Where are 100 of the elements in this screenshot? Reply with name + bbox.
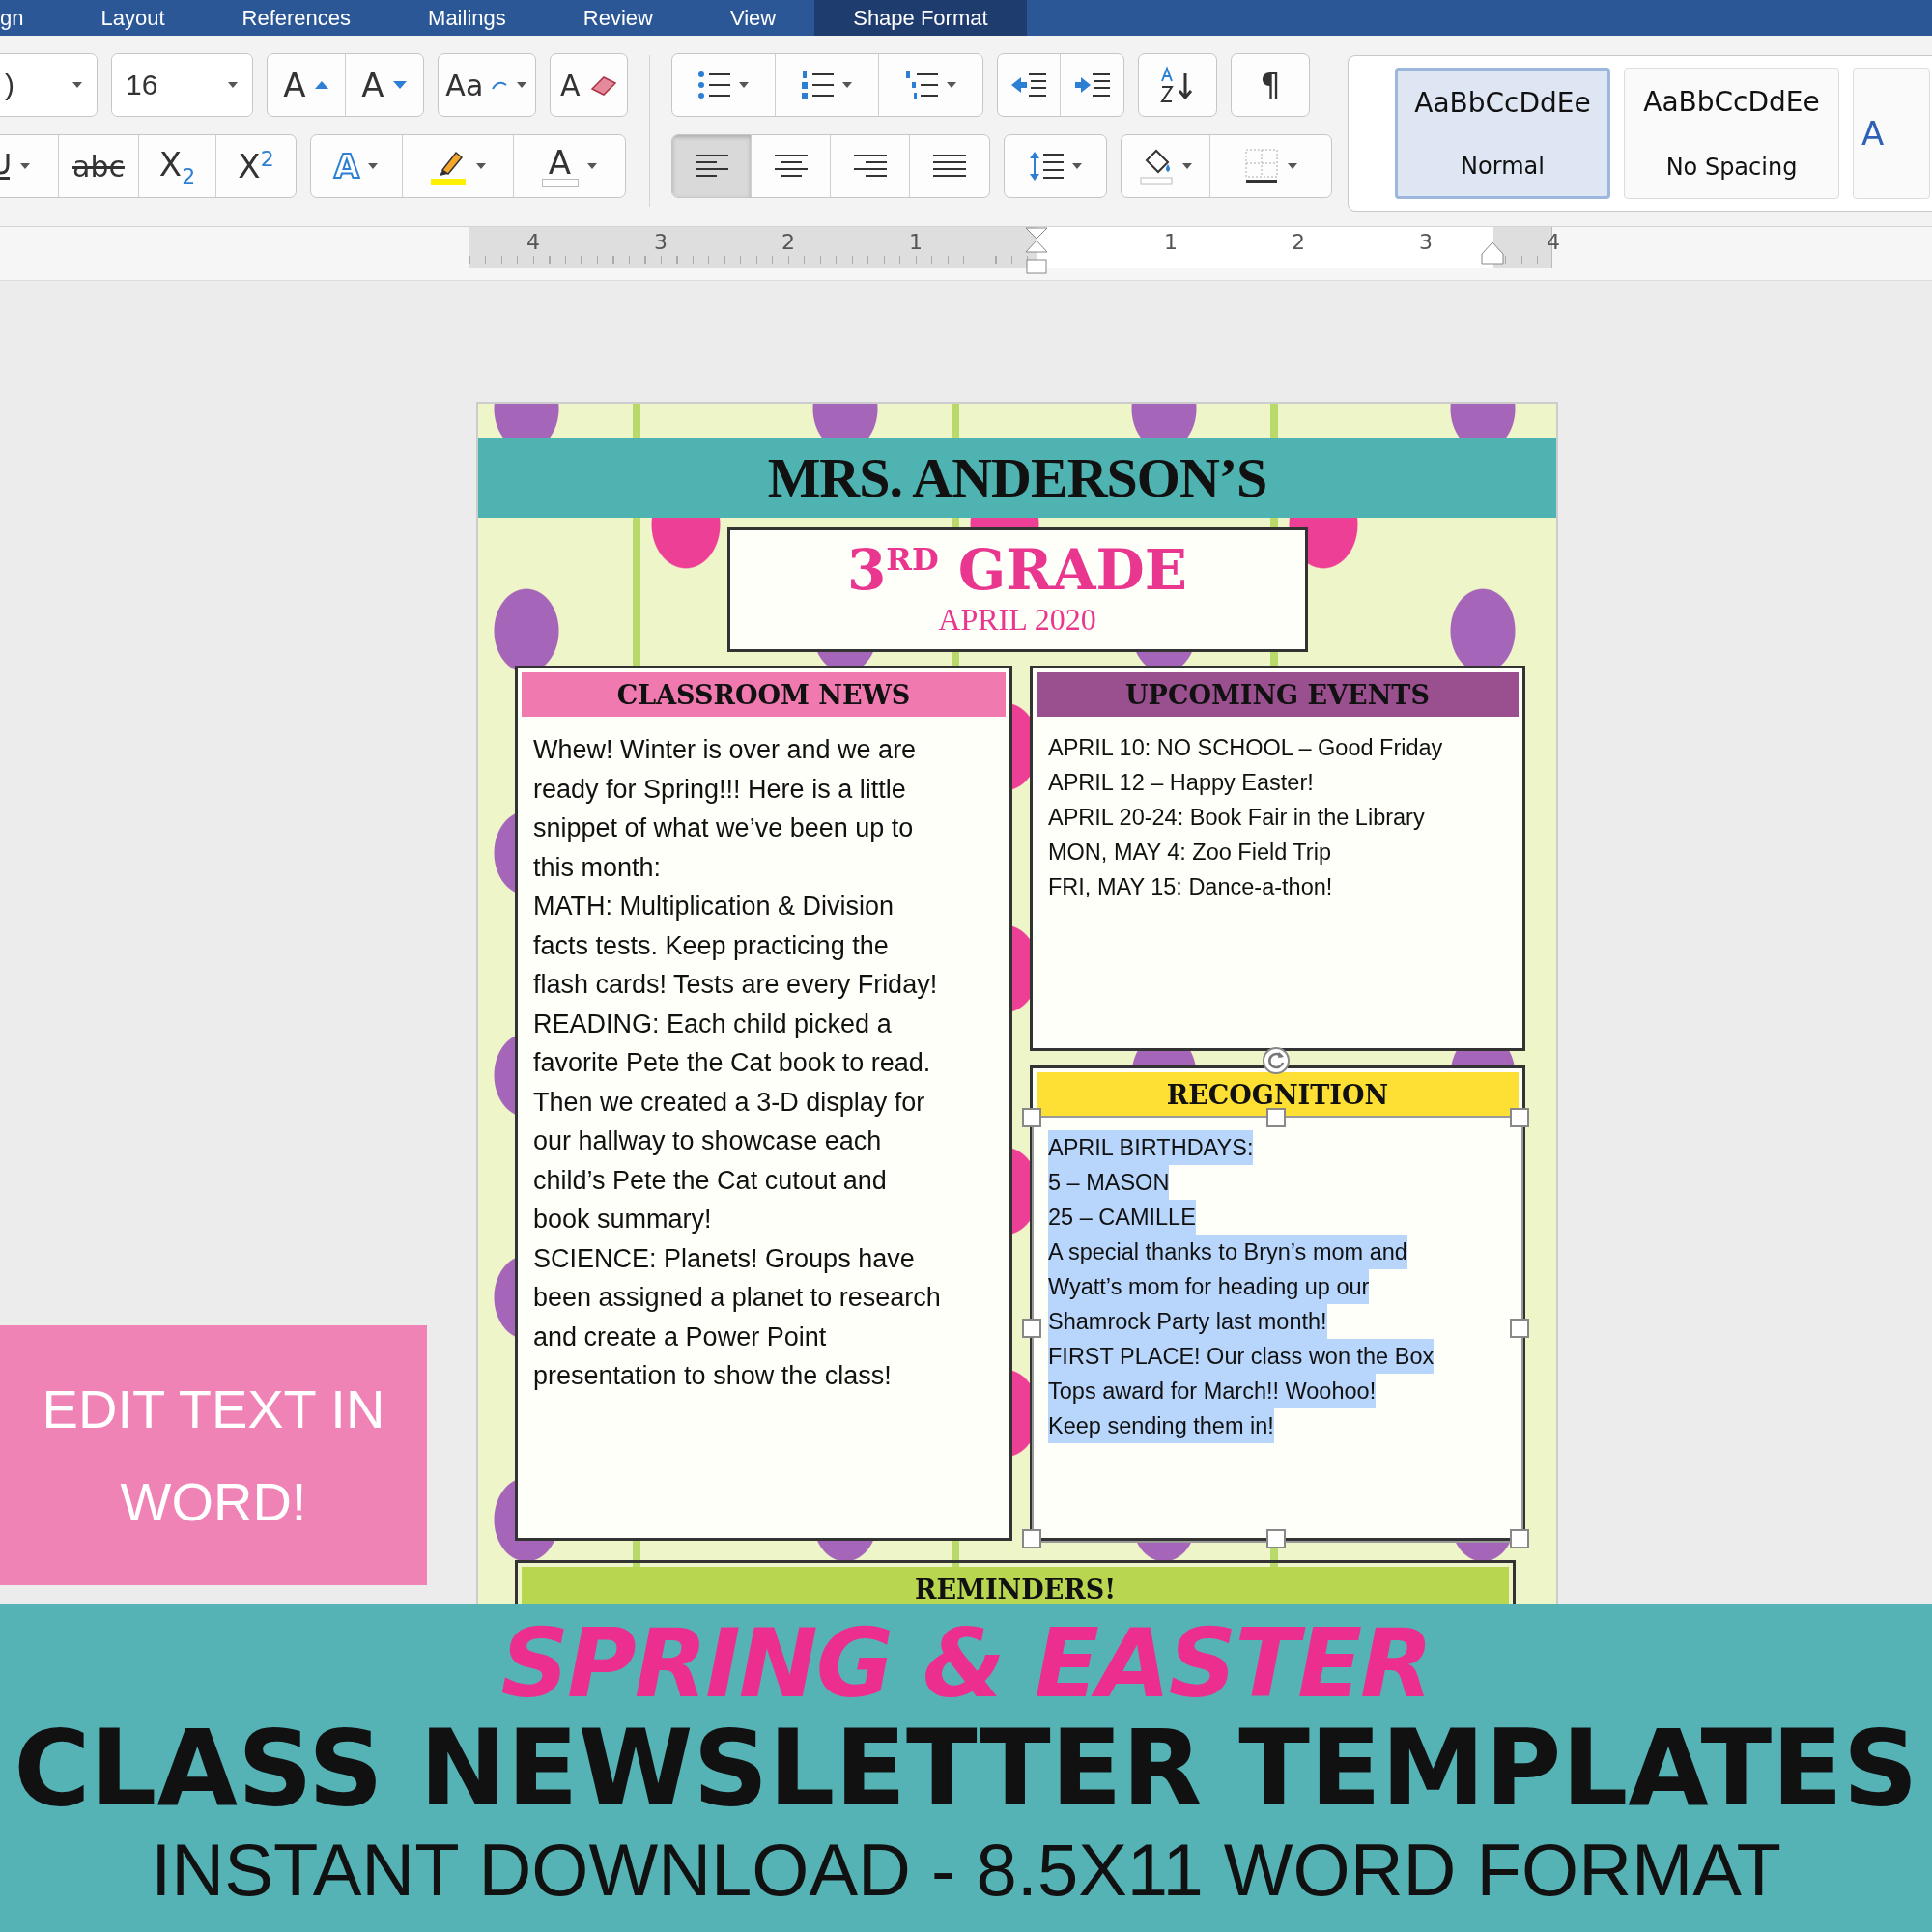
text-line: SCIENCE: Planets! Groups have (533, 1242, 915, 1275)
justify-icon (933, 154, 966, 179)
triangle-up-icon (313, 80, 329, 90)
text-line: APRIL 12 – Happy Easter! (1048, 769, 1314, 797)
promo-title: CLASS NEWSLETTER TEMPLATES (14, 1716, 1918, 1822)
text-line: Then we created a 3-D display for (533, 1086, 925, 1119)
style-preview: AaBbCcDdEe (1643, 86, 1820, 119)
change-case-button[interactable]: Aa (439, 54, 535, 116)
caret-icon (1070, 162, 1083, 170)
align-left-button[interactable] (672, 135, 752, 197)
font-color-button[interactable]: A (514, 135, 625, 197)
ruler-number: 2 (781, 229, 796, 256)
line-spacing-icon (1028, 150, 1064, 183)
text-line: child’s Pete the Cat cutout and (533, 1164, 887, 1197)
resize-handle[interactable] (1022, 1319, 1041, 1338)
text-line: this month: (533, 851, 662, 884)
text-line: presentation to show the class! (533, 1360, 892, 1392)
text-effects-button[interactable]: A (311, 135, 403, 197)
text-line: Whew! Winter is over and we are (533, 734, 917, 766)
caret-icon (585, 162, 598, 170)
resize-handle[interactable] (1510, 1319, 1529, 1338)
multilevel-list-icon (904, 70, 938, 100)
text-line: our hallway to showcase each (533, 1125, 882, 1157)
ribbon-tab[interactable]: References (203, 0, 390, 36)
caret-icon (227, 81, 240, 89)
ruler-number: 3 (1418, 229, 1434, 256)
section-header: RECOGNITION (1037, 1072, 1519, 1117)
style-name: Normal (1461, 152, 1545, 180)
decrease-indent-icon (1009, 71, 1048, 99)
color-bar (541, 178, 579, 187)
resize-handle[interactable] (1265, 1529, 1286, 1548)
grow-font-button[interactable]: A (268, 54, 346, 116)
resize-handle[interactable] (1265, 1108, 1286, 1127)
ruler-number: 1 (908, 229, 923, 256)
ruler-number: 2 (1291, 229, 1306, 256)
resize-handle[interactable] (1022, 1529, 1041, 1548)
ruler-number: 3 (653, 229, 668, 256)
caret-icon (71, 81, 84, 89)
text-line: snippet of what we’ve been up to (533, 812, 914, 844)
ruler-number: 4 (1546, 229, 1561, 256)
caret-icon (738, 81, 750, 89)
resize-handle[interactable] (1510, 1529, 1529, 1548)
ruler-number: 4 (526, 229, 541, 256)
show-formatting-button[interactable]: ¶ (1232, 54, 1309, 116)
text-line: READING: Each child picked a (533, 1008, 892, 1040)
text-line: MON, MAY 4: Zoo Field Trip (1048, 838, 1331, 867)
style-preview: A (1861, 114, 1885, 153)
ribbon-tab[interactable]: gn (0, 0, 63, 36)
strikethrough-button[interactable]: abc (59, 135, 139, 197)
text-line: APRIL 10: NO SCHOOL – Good Friday (1048, 734, 1443, 762)
ribbon-tab[interactable]: Mailings (389, 0, 545, 36)
text-line: APRIL 20-24: Book Fair in the Library (1048, 804, 1425, 832)
caret-icon (1180, 162, 1193, 170)
newsletter-title: MRS. ANDERSON’S (767, 445, 1267, 510)
bulleted-list-icon (697, 70, 730, 100)
section-header: UPCOMING EVENTS (1037, 672, 1519, 717)
resize-handle[interactable] (1022, 1108, 1041, 1127)
section-header: CLASSROOM NEWS (522, 672, 1006, 717)
caret-icon (841, 81, 853, 89)
text-line: FRI, MAY 15: Dance-a-thon! (1048, 873, 1333, 901)
numbered-list-icon (801, 70, 834, 100)
caret-icon (367, 162, 380, 170)
align-center-icon (774, 154, 808, 179)
style-option[interactable]: A (1853, 68, 1930, 199)
ribbon-tab[interactable]: View (691, 0, 815, 36)
resize-handle[interactable] (1510, 1108, 1529, 1127)
text-line: favorite Pete the Cat book to read. (533, 1047, 931, 1079)
style-option[interactable]: AaBbCcDdEe Normal (1395, 68, 1610, 199)
align-right-icon (853, 154, 887, 179)
font-size-field[interactable]: 16 (112, 54, 253, 116)
caret-icon (1286, 162, 1298, 170)
ribbon-tab[interactable]: Review (544, 0, 692, 36)
align-left-icon (695, 154, 728, 179)
date-text: APRIL 2020 (938, 602, 1096, 638)
clear-formatting-button[interactable]: A (550, 54, 627, 116)
ribbon-tab[interactable]: Layout (62, 0, 204, 36)
caret-icon (516, 81, 528, 89)
text-line: book summary! (533, 1204, 712, 1236)
promo-badge: EDIT TEXT IN WORD! (0, 1325, 427, 1585)
text-line: been assigned a planet to research (533, 1282, 941, 1314)
indent-marker-icon[interactable] (1480, 241, 1505, 266)
section-header: REMINDERS! (522, 1567, 1509, 1604)
caret-icon (475, 162, 487, 170)
grade-heading: 3$^{RD}$ GRADE (846, 542, 1188, 598)
subscript-button[interactable]: X$_{2}$ (139, 135, 216, 197)
text-line: facts tests. Keep practicing the (533, 929, 889, 962)
promo-tagline: INSTANT DOWNLOAD - 8.5X11 WORD FORMAT (151, 1828, 1781, 1913)
indent-marker-icon[interactable] (1024, 227, 1049, 275)
style-preview: AaBbCcDdEe (1414, 87, 1591, 120)
ruler-number: 1 (1163, 229, 1179, 256)
style-name: No Spacing (1665, 153, 1798, 181)
triangle-down-icon (391, 80, 408, 90)
text-line: ready for Spring!!! Here is a little (533, 773, 906, 806)
ribbon-tab[interactable]: Shape Format (814, 0, 1027, 36)
increase-indent-icon (1072, 71, 1112, 99)
caret-icon (945, 81, 957, 89)
text-line: MATH: Multiplication & Division (533, 891, 895, 923)
superscript-button[interactable]: X$^{2}$ (216, 135, 296, 197)
style-option[interactable]: AaBbCcDdEe No Spacing (1624, 68, 1839, 199)
shrink-font-button[interactable]: A (345, 54, 424, 116)
